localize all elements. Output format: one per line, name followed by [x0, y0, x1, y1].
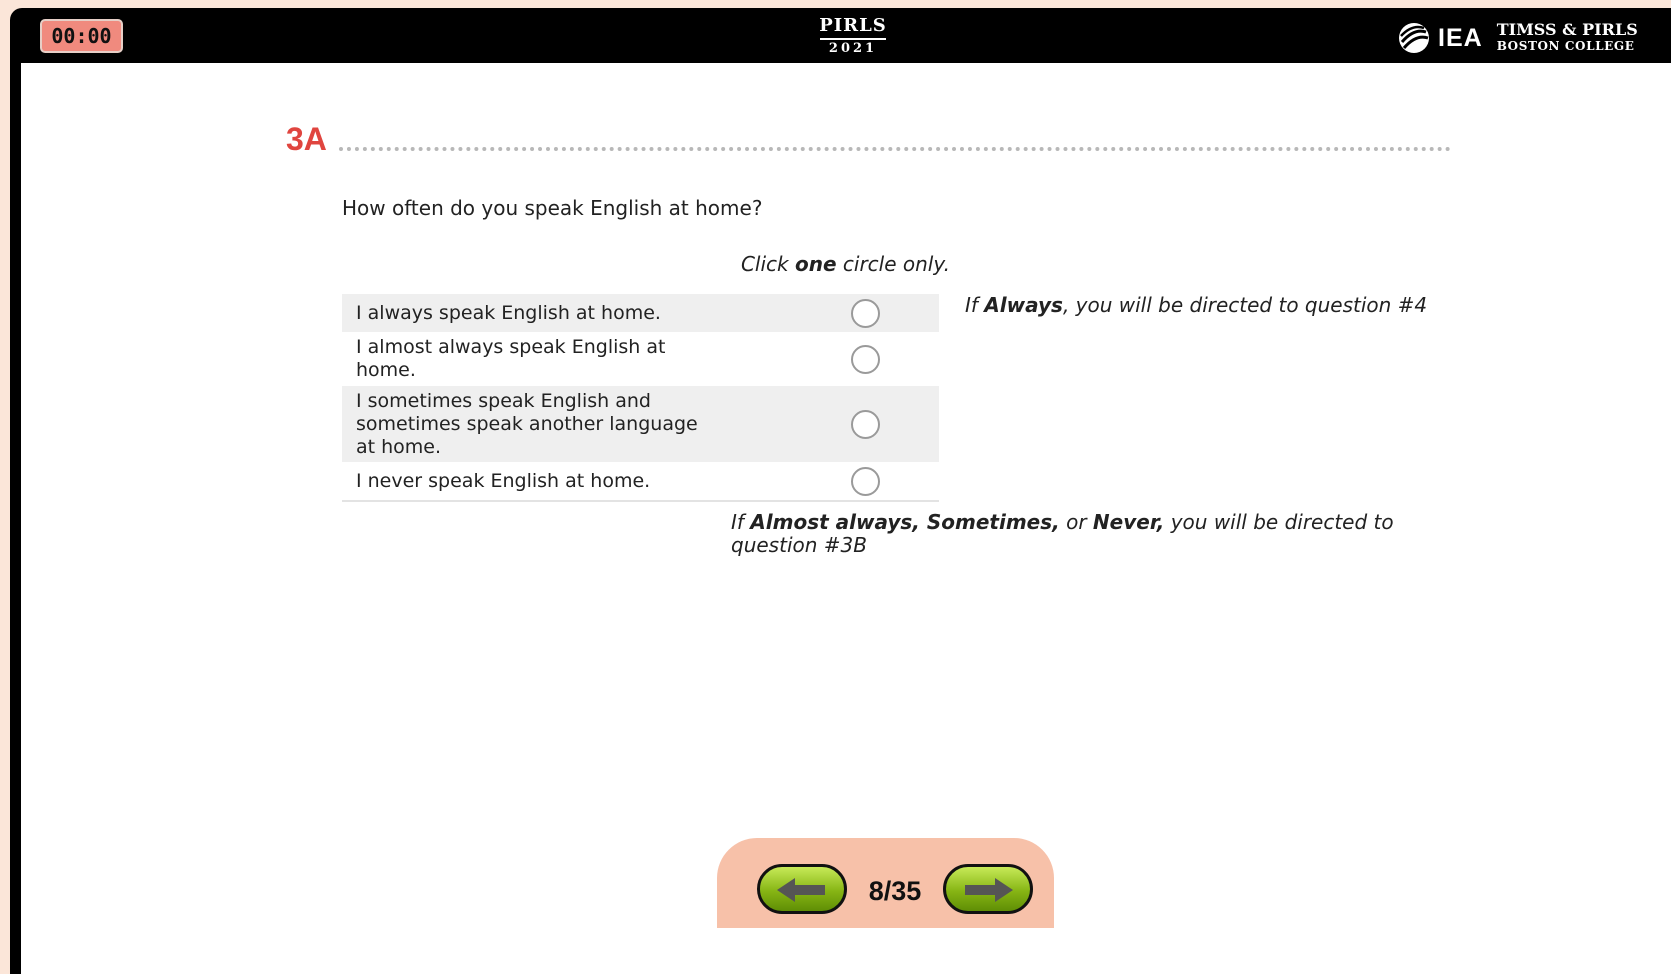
pirls-logo: PIRLS 2021 [818, 16, 888, 56]
instruction-text: Click one circle only. [621, 252, 950, 276]
question-text: How often do you speak English at home? [342, 196, 763, 220]
radio-button[interactable] [851, 344, 880, 374]
skip-note-always-emphasis: Always [984, 293, 1063, 317]
globe-icon [1399, 23, 1429, 53]
skip-note-always-suffix: , you will be directed to question #4 [1062, 293, 1428, 317]
skip-note-other: If Almost always, Sometimes, or Never, y… [731, 511, 1441, 557]
pirls-logo-divider [820, 38, 886, 40]
answer-option-label: I almost always speak English at home. [356, 336, 666, 381]
iea-logo-text: IEA [1438, 23, 1483, 52]
answer-option[interactable]: I sometimes speak English and sometimes … [342, 386, 939, 462]
answer-options: I always speak English at home. I almost… [342, 294, 939, 502]
top-bar: 00:00 PIRLS 2021 IEA TIMSS & PIRLS BOSTO… [10, 8, 1671, 62]
right-arrow-icon [965, 878, 1013, 902]
instruction-prefix: Click [740, 252, 795, 276]
answer-option-label: I never speak English at home. [356, 469, 651, 492]
left-arrow-icon [777, 878, 825, 902]
pirls-logo-year: 2021 [828, 41, 878, 56]
pirls-logo-name: PIRLS [819, 15, 887, 36]
app-frame: 00:00 PIRLS 2021 IEA TIMSS & PIRLS BOSTO… [10, 8, 1671, 974]
answer-option-label: I sometimes speak English and sometimes … [356, 389, 698, 458]
iea-logo: IEA TIMSS & PIRLS BOSTON COLLEGE [1398, 20, 1638, 56]
previous-button[interactable] [757, 864, 847, 914]
radio-button[interactable] [851, 409, 880, 439]
skip-note-other-middle: or [1059, 510, 1093, 534]
timss-pirls-logo: TIMSS & PIRLS BOSTON COLLEGE [1497, 22, 1638, 54]
timer: 00:00 [40, 19, 123, 53]
skip-note-other-prefix: If [731, 510, 751, 534]
question-number: 3A [286, 121, 327, 157]
radio-button[interactable] [851, 298, 880, 328]
dotted-divider [339, 147, 1451, 151]
instruction-emphasis: one [794, 252, 837, 276]
next-button[interactable] [943, 864, 1033, 914]
boston-college-logo-name: BOSTON COLLEGE [1496, 39, 1635, 53]
answer-option[interactable]: I never speak English at home. [342, 462, 939, 500]
answer-option-label: I always speak English at home. [356, 301, 661, 324]
answer-option[interactable]: I always speak English at home. [342, 294, 939, 332]
timss-pirls-logo-name: TIMSS & PIRLS [1496, 20, 1638, 39]
skip-note-always-prefix: If [965, 293, 985, 317]
page-counter: 8/35 [868, 876, 922, 906]
skip-note-other-emphasis-2: Never, [1092, 510, 1165, 534]
radio-button[interactable] [851, 466, 880, 496]
answer-option[interactable]: I almost always speak English at home. [342, 332, 939, 386]
navigation-panel: 8/35 [717, 838, 1054, 928]
skip-note-other-emphasis-1: Almost always, Sometimes, [750, 510, 1060, 534]
skip-note-always: If Always, you will be directed to quest… [965, 293, 1427, 317]
instruction-suffix: circle only. [836, 252, 950, 276]
